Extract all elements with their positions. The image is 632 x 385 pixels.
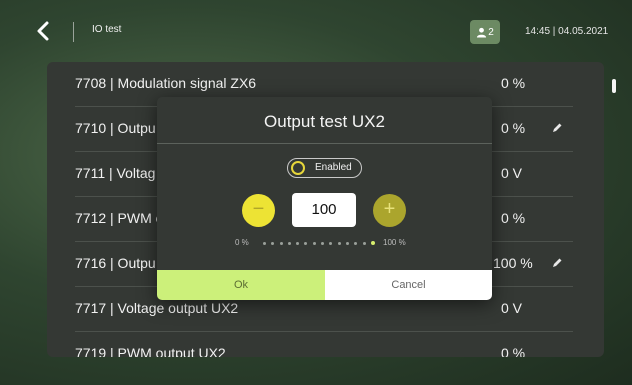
list-item-name: 7719 | PWM output UX2 [75,345,226,357]
decrement-button[interactable]: − [242,194,275,227]
list-item-name: 7712 | PWM c [75,210,163,226]
list-item-name: 7710 | Outpu [75,120,156,136]
datetime: 14:45 | 04.05.2021 [525,26,609,37]
list-item-value: 0 % [501,120,526,136]
list-item-value: 0 % [501,345,526,357]
list-item-name: 7717 | Voltage output UX2 [75,300,239,316]
list-item-value: 0 V [501,165,523,181]
range-min-label: 0 % [235,238,249,247]
user-count: 2 [488,26,494,38]
slider-thumb[interactable] [370,241,375,245]
list-item-name: 7711 | Voltag [75,165,156,181]
ok-button[interactable]: Ok [157,270,325,300]
value-input[interactable]: 100 [292,193,356,227]
output-test-dialog: Output test UX2 Enabled − 100 + 0 % 100 … [157,97,492,300]
user-count-badge[interactable]: 2 [470,20,500,44]
toggle-label: Enabled [315,162,352,173]
slider-dot [304,241,308,245]
toggle-knob [291,161,305,175]
slider-dot [271,241,275,245]
users-icon [477,27,487,38]
slider-dot [362,241,366,245]
slider-dot [329,241,333,245]
range-max-label: 100 % [383,238,406,247]
dialog-divider [157,143,492,144]
pencil-icon[interactable] [551,121,563,133]
list-item-name: 7716 | Outpu [75,255,156,271]
list-item-value: 100 % [493,255,533,271]
scrollbar[interactable] [612,79,616,93]
slider-dot [287,241,291,245]
cancel-button[interactable]: Cancel [325,270,492,300]
slider-dot [354,241,358,245]
list-item-value: 0 % [501,75,526,91]
page-title: IO test [92,24,122,35]
list-item-name: 7708 | Modulation signal ZX6 [75,75,257,91]
slider-dot [312,241,316,245]
value-slider[interactable] [263,238,375,248]
slider-dot [279,241,283,245]
dialog-title: Output test UX2 [264,112,385,131]
slider-dot [296,241,300,245]
list-item[interactable]: 7719 | PWM output UX2 0 % [75,332,573,357]
pencil-icon[interactable] [551,256,563,268]
enabled-toggle[interactable]: Enabled [287,158,362,178]
slider-dot [345,241,349,245]
slider-dot [337,241,341,245]
increment-button[interactable]: + [373,194,406,227]
list-item-value: 0 V [501,300,523,316]
list-item-value: 0 % [501,210,526,226]
slider-dot [321,241,325,245]
slider-dot [263,241,266,245]
top-bar: IO test 2 14:45 | 04.05.2021 [0,0,632,62]
header-divider [73,22,74,42]
chevron-left-icon[interactable] [34,20,54,42]
